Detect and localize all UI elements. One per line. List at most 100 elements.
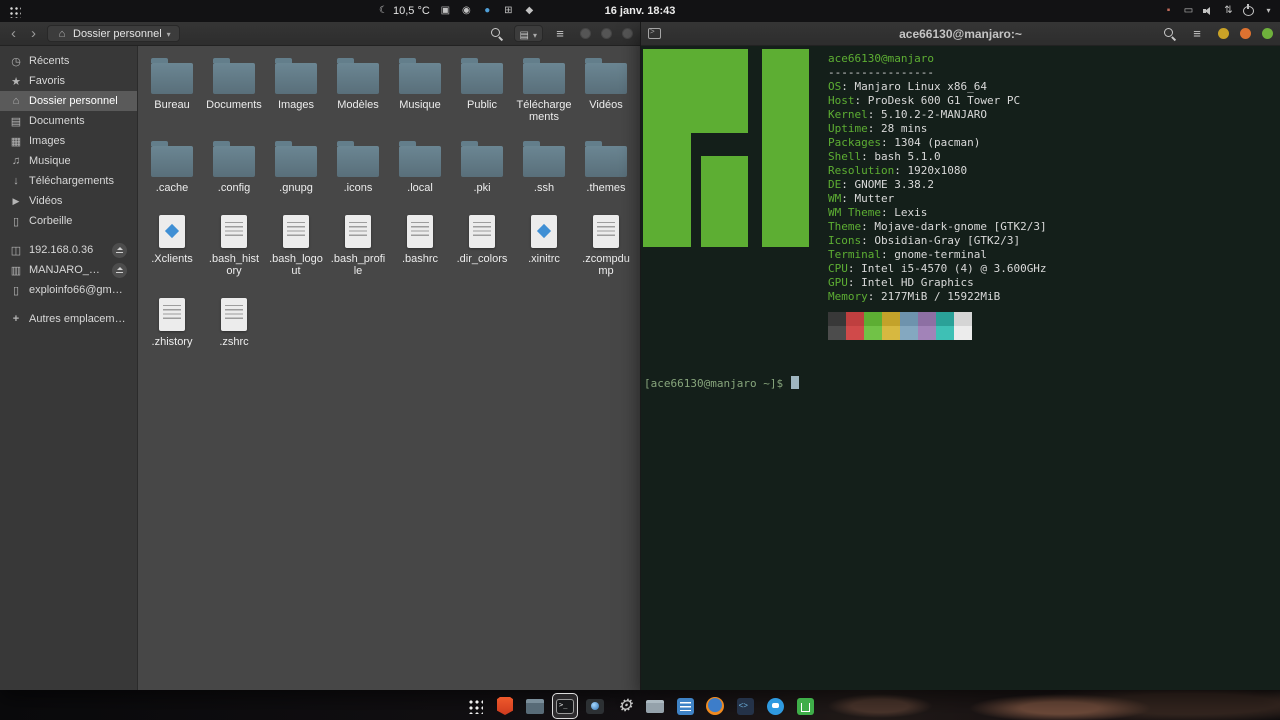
neofetch-underline: ---------------- [828, 66, 934, 79]
file-item[interactable]: .pki [451, 139, 513, 194]
shield-indicator-icon[interactable] [524, 0, 535, 22]
neofetch-value: Intel i5-4570 (4) @ 3.600GHz [861, 262, 1047, 275]
file-item[interactable]: .dir_colors [451, 210, 513, 277]
view-options-button[interactable] [513, 25, 543, 42]
messenger-app-icon[interactable] [762, 693, 788, 719]
search-button[interactable] [1160, 25, 1180, 43]
file-item[interactable]: Images [265, 56, 327, 123]
file-item[interactable]: Musique [389, 56, 451, 123]
file-item[interactable]: .zcompdump [575, 210, 637, 277]
file-item-label: .gnupg [279, 182, 313, 194]
clock-button[interactable]: 16 janv. 18:43 [605, 0, 676, 22]
firefox-app-icon[interactable] [702, 693, 728, 719]
sidebar-item[interactable]: Vidéos [0, 191, 137, 211]
camera-indicator-icon[interactable] [461, 0, 472, 22]
display-icon[interactable] [1183, 0, 1194, 22]
brave-browser-icon[interactable] [492, 693, 518, 719]
palette-swatch [918, 326, 936, 340]
file-item[interactable]: Téléchargements [513, 56, 575, 123]
file-item[interactable]: .zhistory [141, 293, 203, 348]
neofetch-output: ace66130@manjaro ---------------- OSManj… [828, 52, 1047, 340]
files-app-icon[interactable] [522, 693, 548, 719]
sidebar-item[interactable]: Documents [0, 111, 137, 131]
terminal-app-icon[interactable] [552, 693, 578, 719]
neofetch-label: CPU [828, 262, 861, 275]
app-indicator-icon[interactable] [482, 0, 493, 22]
screencast-icon[interactable] [1163, 0, 1174, 22]
sidebar-item[interactable]: Favoris [0, 71, 137, 91]
back-button[interactable]: ‹ [7, 23, 20, 45]
maximize-button[interactable] [601, 28, 612, 39]
file-item[interactable]: Modèles [327, 56, 389, 123]
eject-button[interactable] [112, 262, 127, 278]
file-item[interactable]: Public [451, 56, 513, 123]
sidebar-item-other-locations[interactable]: Autres emplacements [0, 309, 137, 329]
sidebar-item[interactable]: Musique [0, 151, 137, 171]
menu-button[interactable] [1187, 25, 1207, 43]
minimize-button[interactable] [1218, 28, 1229, 39]
file-item[interactable]: .xinitrc [513, 210, 575, 277]
weather-indicator[interactable]: 10,5 °C [378, 0, 430, 22]
file-item-icon [399, 141, 441, 177]
menu-button[interactable] [550, 25, 570, 43]
palette-swatch [900, 326, 918, 340]
file-item[interactable]: .bash_history [203, 210, 265, 277]
location-button[interactable]: Dossier personnel [47, 25, 180, 42]
network-icon[interactable] [1223, 0, 1234, 22]
sidebar-item[interactable]: Corbeille [0, 211, 137, 231]
close-button[interactable] [1262, 28, 1273, 39]
terminal-indicator-icon[interactable] [440, 0, 451, 22]
applications-menu-button[interactable] [8, 0, 21, 22]
software-app-icon[interactable] [792, 693, 818, 719]
settings-app-icon[interactable] [612, 693, 638, 719]
sidebar-device-item[interactable]: exploinfo66@gmail.... [0, 280, 137, 300]
terminal-body[interactable]: ace66130@manjaro ---------------- OSManj… [641, 46, 1280, 690]
file-item[interactable]: .local [389, 139, 451, 194]
sidebar-item[interactable]: Images [0, 131, 137, 151]
search-button[interactable] [487, 25, 507, 43]
file-item-icon [337, 141, 379, 177]
forward-button[interactable]: › [27, 23, 40, 45]
file-item[interactable]: .bash_logout [265, 210, 327, 277]
file-manager-app-icon[interactable] [642, 693, 668, 719]
file-item-label: Modèles [337, 99, 379, 111]
maximize-button[interactable] [1240, 28, 1251, 39]
sidebar-item-label: Vidéos [29, 195, 63, 207]
file-item[interactable]: .config [203, 139, 265, 194]
eject-button[interactable] [112, 242, 127, 258]
close-button[interactable] [622, 28, 633, 39]
sidebar-device-item[interactable]: MANJARO_GNO... [0, 260, 137, 280]
file-item[interactable]: Vidéos [575, 56, 637, 123]
file-item[interactable]: .cache [141, 139, 203, 194]
file-item[interactable]: .gnupg [265, 139, 327, 194]
sidebar-item[interactable]: Dossier personnel [0, 91, 137, 111]
volume-icon[interactable] [1203, 5, 1214, 17]
sidebar-device-item[interactable]: 192.168.0.36 [0, 240, 137, 260]
apps-grid-icon [8, 4, 21, 18]
neofetch-value: 28 mins [881, 122, 928, 135]
power-icon[interactable] [1243, 4, 1254, 16]
grid-indicator-icon[interactable] [503, 0, 514, 22]
system-status-area[interactable] [1163, 0, 1274, 22]
file-item[interactable]: .bash_profile [327, 210, 389, 277]
shell-prompt-line: [ace66130@manjaro ~]$ [644, 376, 800, 391]
file-item[interactable]: .Xclients [141, 210, 203, 277]
text-editor-app-icon[interactable] [672, 693, 698, 719]
minimize-button[interactable] [580, 28, 591, 39]
sidebar-item[interactable]: Récents [0, 51, 137, 71]
neofetch-value: Manjaro Linux x86_64 [854, 80, 987, 93]
camera-app-icon[interactable] [582, 693, 608, 719]
file-item[interactable]: .zshrc [203, 293, 265, 348]
sidebar-item[interactable]: Téléchargements [0, 171, 137, 191]
show-apps-button[interactable] [462, 693, 488, 719]
neofetch-line: Memory2177MiB / 15922MiB [828, 290, 1047, 304]
file-item[interactable]: .ssh [513, 139, 575, 194]
file-item[interactable]: .themes [575, 139, 637, 194]
code-app-icon[interactable] [732, 693, 758, 719]
chevron-down-icon[interactable] [1263, 0, 1274, 22]
file-item[interactable]: Documents [203, 56, 265, 123]
file-item[interactable]: .icons [327, 139, 389, 194]
files-content[interactable]: Bureau Documents Images Modèles Musique … [138, 46, 640, 690]
file-item[interactable]: Bureau [141, 56, 203, 123]
file-item[interactable]: .bashrc [389, 210, 451, 277]
